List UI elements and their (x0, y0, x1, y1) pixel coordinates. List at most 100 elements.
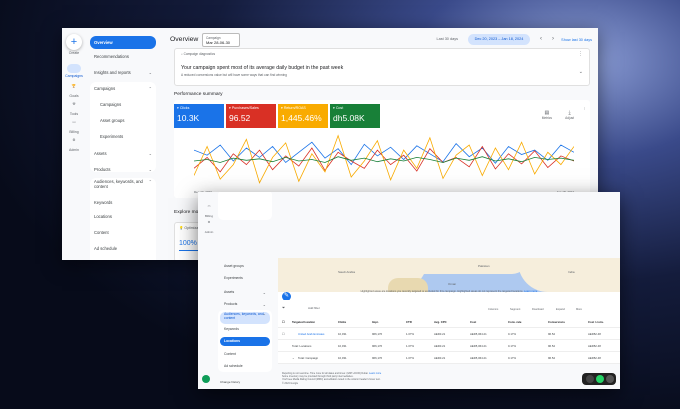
column-header[interactable]: Cost / conv. (588, 316, 604, 328)
optimization-score: 100% (179, 240, 197, 247)
download-button[interactable]: Download (532, 308, 544, 311)
add-filter[interactable]: Add filter (308, 306, 320, 310)
nav-ad-schedule[interactable]: Ad schedule (90, 244, 156, 254)
chat-widget[interactable] (582, 373, 616, 385)
table-cell: AED0.21 (434, 356, 446, 360)
nav-recommendations[interactable]: Recommendations (90, 52, 156, 62)
metric-roas[interactable]: ▾ Return/ROAS 1,445.46% (278, 104, 328, 128)
expand-row-icon[interactable]: ⌄ (292, 352, 294, 364)
row-checkbox[interactable]: ☐ (282, 328, 285, 340)
nav-content[interactable]: Content (220, 350, 270, 359)
notice-headline: Your campaign spent most of its average … (181, 65, 344, 71)
table-cell: AED5,064.21 (470, 332, 487, 336)
column-header[interactable]: Clicks (338, 316, 346, 328)
next-period-button[interactable]: › (552, 36, 554, 42)
chevron-up-icon: ⌃ (148, 179, 152, 184)
rail-billing[interactable]: ▭ Billing (199, 204, 219, 218)
table-cell: 966,176 (372, 344, 383, 348)
table-cell: 966,176 (372, 356, 383, 360)
chevron-up-icon: ⌃ (262, 313, 266, 318)
column-header[interactable]: Cost (470, 316, 476, 328)
performance-chart (194, 134, 574, 184)
nav-keywords[interactable]: Keywords (220, 325, 270, 334)
column-header[interactable]: Avg. CPC (434, 316, 447, 328)
rail-admin[interactable]: ⚙ Admin (64, 138, 84, 152)
chevron-down-icon[interactable]: ⌄ (579, 69, 583, 75)
adjust-button[interactable]: ⤓ Adjust (565, 110, 574, 120)
rail-admin[interactable]: ⚙ Admin (199, 220, 219, 234)
nav-asset-groups[interactable]: Asset groups (220, 262, 270, 271)
table-row[interactable]: ☐ United Arab Emirates 10,031 966,176 1.… (278, 328, 620, 340)
create-button[interactable]: + (66, 34, 82, 50)
chevron-down-icon: ⌄ (262, 302, 266, 307)
notice-sub: A reduced conversions value but will hav… (181, 73, 287, 77)
select-all-checkbox[interactable]: ☐ (282, 316, 285, 328)
gear-icon: ⚙ (207, 220, 211, 224)
filter-icon[interactable]: ⏷ (282, 305, 285, 310)
nav-content[interactable]: Content (90, 228, 156, 238)
column-header[interactable]: CTR (406, 316, 412, 328)
table-cell: 10,031 (338, 356, 347, 360)
campaign-dropdown[interactable]: Campaign Mar 28-06-30 (202, 33, 240, 47)
nav-audiences[interactable]: Audiences, keywords, and content ⌃ (90, 179, 156, 194)
chevron-down-icon: ⌄ (262, 290, 266, 295)
nav-ad-schedule[interactable]: Ad schedule (220, 362, 270, 371)
nav-locations[interactable]: Locations (90, 212, 156, 222)
chevron-down-icon: ⌄ (148, 70, 152, 75)
metric-cost[interactable]: ▾ Cost dh5.08K (330, 104, 380, 128)
table-cell: AED52.48 (588, 344, 601, 348)
filter-toolbar: ⏷ Add filter Columns Segment Download Ex… (278, 300, 620, 316)
nav-products[interactable]: Products ⌄ (220, 300, 270, 309)
more-vert-icon[interactable]: ⋮ (583, 106, 586, 110)
nav-assets[interactable]: Assets ⌄ (90, 149, 156, 159)
table-cell: Total: Campaign (298, 356, 319, 360)
trophy-icon: 🏆 (71, 84, 77, 88)
map-label: Pakistan (478, 264, 490, 268)
chat-icon[interactable] (586, 375, 594, 383)
column-header[interactable]: Targeted location (292, 316, 315, 328)
metric-purchases[interactable]: ▾ Purchases/Sales 96.52 (226, 104, 276, 128)
expand-button[interactable]: Expand (556, 308, 565, 311)
nav-experiments[interactable]: Experiments (220, 274, 270, 283)
table-cell[interactable]: United Arab Emirates (298, 328, 324, 340)
nav-products[interactable]: Products ⌄ (90, 165, 156, 175)
more-vert-icon[interactable]: ⋮ (578, 51, 583, 57)
table-cell: AED5,064.21 (470, 344, 487, 348)
table-cell: AED52.48 (588, 356, 601, 360)
columns-button[interactable]: Columns (488, 308, 498, 311)
show-last-link[interactable]: Show last 30 days (561, 38, 592, 42)
nav-campaigns[interactable]: Campaigns (96, 100, 154, 110)
date-range-picker[interactable]: Dec 20, 2023 – Jan 18, 2024 (468, 34, 530, 45)
column-header[interactable]: Conv. rate (508, 316, 521, 328)
nav-assets[interactable]: Assets ⌄ (220, 288, 270, 297)
map-label: India (568, 270, 575, 274)
change-history-link[interactable]: Change history (220, 380, 240, 384)
prev-period-button[interactable]: ‹ (540, 36, 542, 42)
footnote-learn-more[interactable]: Learn more (369, 372, 381, 375)
column-header[interactable]: Impr. (372, 316, 379, 328)
nav-locations[interactable]: Locations (220, 337, 270, 346)
nav-insights[interactable]: Insights and reports ⌄ (90, 68, 156, 78)
phone-icon[interactable] (606, 375, 614, 383)
rail-tools[interactable]: ⚒ Tools (64, 102, 84, 116)
metric-clicks[interactable]: ▾ Clicks 10.3K (174, 104, 224, 128)
rail-campaigns[interactable]: Campaigns (64, 64, 84, 78)
nav-keywords[interactable]: Keywords (90, 198, 156, 208)
nav-campaigns-group[interactable]: Campaigns ⌃ (90, 84, 156, 94)
table-cell: 96.52 (548, 344, 555, 348)
location-map[interactable]: Saudi Arabia Oman Pakistan India (278, 258, 620, 292)
gear-icon: ⚙ (72, 138, 76, 142)
nav-experiments[interactable]: Experiments (96, 132, 154, 142)
column-header[interactable]: Conversions (548, 316, 565, 328)
nav-asset-groups[interactable]: Asset groups (96, 116, 154, 126)
more-button[interactable]: More (576, 308, 582, 311)
whatsapp-icon[interactable] (596, 375, 604, 383)
avatar[interactable] (202, 375, 210, 383)
nav-audiences[interactable]: Audiences, keywords, and content ⌃ (220, 312, 270, 324)
segment-button[interactable]: Segment (510, 308, 520, 311)
rail-goals[interactable]: 🏆 Goals (64, 84, 84, 98)
nav-overview[interactable]: Overview (90, 36, 156, 49)
rail-billing[interactable]: ▭ Billing (64, 120, 84, 134)
learn-more-link[interactable]: Learn more (524, 290, 537, 293)
metrics-button[interactable]: ▤ Metrics (542, 110, 552, 120)
